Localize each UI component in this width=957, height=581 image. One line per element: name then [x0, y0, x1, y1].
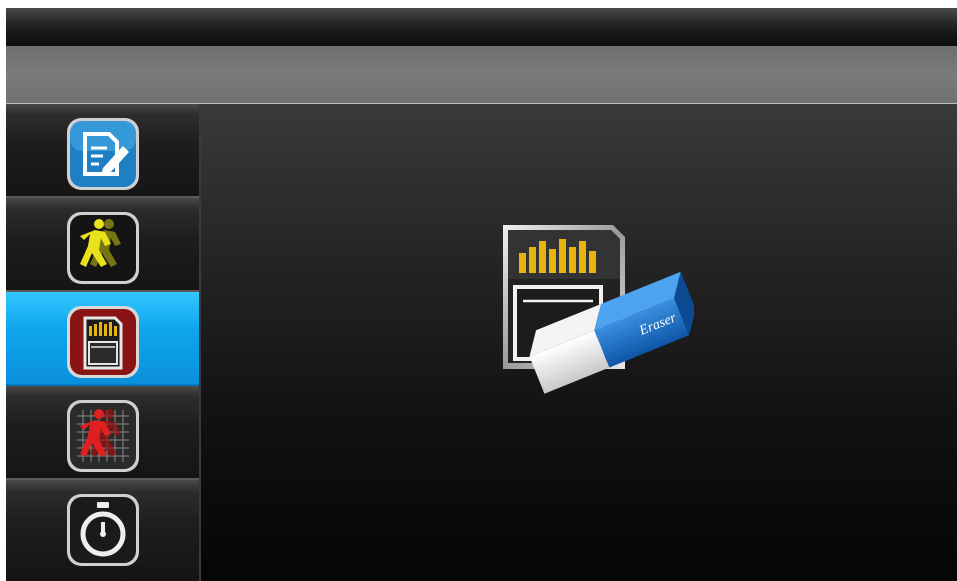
- sidebar-item-motion-zone[interactable]: [6, 386, 199, 480]
- format-sd-card-eraser-icon: Eraser: [503, 225, 694, 394]
- subtitle-bar: [6, 46, 957, 104]
- motion-detection-icon: [67, 212, 139, 284]
- edit-document-icon: [67, 118, 139, 190]
- sidebar-item-timer[interactable]: [6, 480, 199, 581]
- sd-card-icon: [67, 306, 139, 378]
- timer-icon: [67, 494, 139, 566]
- device-screen: Eraser: [6, 8, 957, 581]
- main-content: Eraser: [201, 104, 957, 581]
- motion-zone-grid-icon: [67, 400, 139, 472]
- sidebar-item-edit[interactable]: [6, 104, 199, 198]
- sidebar-item-motion-detection[interactable]: [6, 198, 199, 292]
- sidebar-menu: [6, 104, 199, 581]
- title-bar: [6, 8, 957, 46]
- sidebar-item-format-sd[interactable]: [6, 292, 199, 386]
